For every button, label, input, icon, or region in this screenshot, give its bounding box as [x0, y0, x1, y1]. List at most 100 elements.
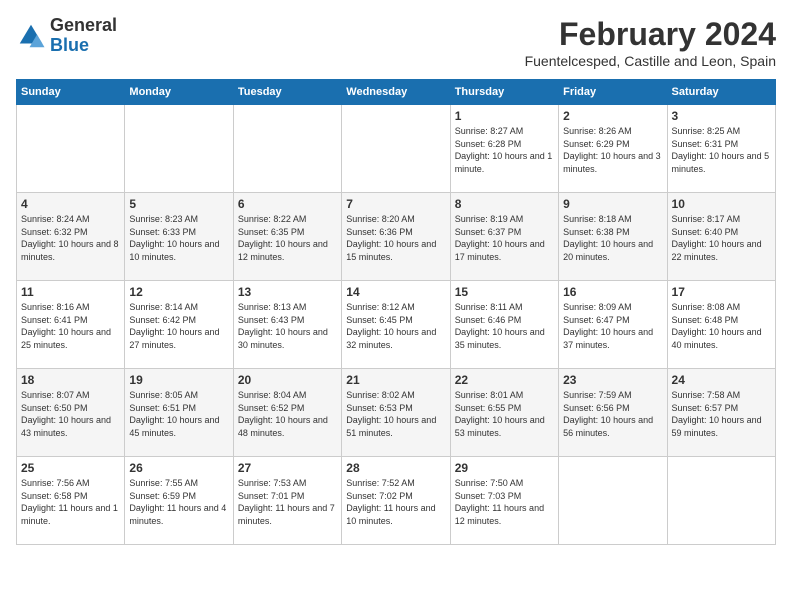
- day-number: 22: [455, 373, 554, 387]
- month-title: February 2024: [525, 16, 776, 53]
- day-number: 6: [238, 197, 337, 211]
- day-number: 3: [672, 109, 771, 123]
- day-number: 17: [672, 285, 771, 299]
- day-info: Sunrise: 8:01 AM Sunset: 6:55 PM Dayligh…: [455, 389, 554, 439]
- table-cell: [125, 105, 233, 193]
- table-cell: 18 Sunrise: 8:07 AM Sunset: 6:50 PM Dayli…: [17, 369, 125, 457]
- day-info: Sunrise: 8:05 AM Sunset: 6:51 PM Dayligh…: [129, 389, 228, 439]
- table-cell: 17 Sunrise: 8:08 AM Sunset: 6:48 PM Dayli…: [667, 281, 775, 369]
- page-header: General Blue February 2024 Fuentelcesped…: [16, 16, 776, 69]
- week-row-3: 11 Sunrise: 8:16 AM Sunset: 6:41 PM Dayli…: [17, 281, 776, 369]
- day-info: Sunrise: 7:53 AM Sunset: 7:01 PM Dayligh…: [238, 477, 337, 527]
- day-number: 29: [455, 461, 554, 475]
- day-info: Sunrise: 8:22 AM Sunset: 6:35 PM Dayligh…: [238, 213, 337, 263]
- table-cell: 7 Sunrise: 8:20 AM Sunset: 6:36 PM Daylig…: [342, 193, 450, 281]
- day-info: Sunrise: 8:16 AM Sunset: 6:41 PM Dayligh…: [21, 301, 120, 351]
- day-number: 7: [346, 197, 445, 211]
- logo: General Blue: [16, 16, 117, 56]
- day-number: 8: [455, 197, 554, 211]
- day-info: Sunrise: 8:23 AM Sunset: 6:33 PM Dayligh…: [129, 213, 228, 263]
- day-number: 12: [129, 285, 228, 299]
- table-cell: 16 Sunrise: 8:09 AM Sunset: 6:47 PM Dayli…: [559, 281, 667, 369]
- day-number: 28: [346, 461, 445, 475]
- table-cell: 19 Sunrise: 8:05 AM Sunset: 6:51 PM Dayli…: [125, 369, 233, 457]
- table-cell: 10 Sunrise: 8:17 AM Sunset: 6:40 PM Dayli…: [667, 193, 775, 281]
- day-number: 2: [563, 109, 662, 123]
- location-title: Fuentelcesped, Castille and Leon, Spain: [525, 53, 776, 69]
- day-info: Sunrise: 7:50 AM Sunset: 7:03 PM Dayligh…: [455, 477, 554, 527]
- day-info: Sunrise: 8:14 AM Sunset: 6:42 PM Dayligh…: [129, 301, 228, 351]
- day-info: Sunrise: 7:56 AM Sunset: 6:58 PM Dayligh…: [21, 477, 120, 527]
- table-cell: 11 Sunrise: 8:16 AM Sunset: 6:41 PM Dayli…: [17, 281, 125, 369]
- day-info: Sunrise: 8:02 AM Sunset: 6:53 PM Dayligh…: [346, 389, 445, 439]
- day-info: Sunrise: 8:25 AM Sunset: 6:31 PM Dayligh…: [672, 125, 771, 175]
- table-cell: 2 Sunrise: 8:26 AM Sunset: 6:29 PM Daylig…: [559, 105, 667, 193]
- day-number: 20: [238, 373, 337, 387]
- table-cell: 21 Sunrise: 8:02 AM Sunset: 6:53 PM Dayli…: [342, 369, 450, 457]
- day-number: 19: [129, 373, 228, 387]
- weekday-header-friday: Friday: [559, 80, 667, 105]
- day-number: 21: [346, 373, 445, 387]
- table-cell: [667, 457, 775, 545]
- day-number: 10: [672, 197, 771, 211]
- week-row-1: 1 Sunrise: 8:27 AM Sunset: 6:28 PM Daylig…: [17, 105, 776, 193]
- table-cell: 25 Sunrise: 7:56 AM Sunset: 6:58 PM Dayli…: [17, 457, 125, 545]
- weekday-header-wednesday: Wednesday: [342, 80, 450, 105]
- day-number: 5: [129, 197, 228, 211]
- day-info: Sunrise: 8:12 AM Sunset: 6:45 PM Dayligh…: [346, 301, 445, 351]
- day-number: 16: [563, 285, 662, 299]
- day-info: Sunrise: 8:26 AM Sunset: 6:29 PM Dayligh…: [563, 125, 662, 175]
- day-number: 23: [563, 373, 662, 387]
- table-cell: [559, 457, 667, 545]
- day-info: Sunrise: 8:09 AM Sunset: 6:47 PM Dayligh…: [563, 301, 662, 351]
- day-info: Sunrise: 8:20 AM Sunset: 6:36 PM Dayligh…: [346, 213, 445, 263]
- logo-blue: Blue: [50, 35, 89, 55]
- day-info: Sunrise: 8:08 AM Sunset: 6:48 PM Dayligh…: [672, 301, 771, 351]
- day-info: Sunrise: 8:24 AM Sunset: 6:32 PM Dayligh…: [21, 213, 120, 263]
- day-info: Sunrise: 7:55 AM Sunset: 6:59 PM Dayligh…: [129, 477, 228, 527]
- day-info: Sunrise: 8:18 AM Sunset: 6:38 PM Dayligh…: [563, 213, 662, 263]
- table-cell: [17, 105, 125, 193]
- table-cell: [233, 105, 341, 193]
- weekday-header-monday: Monday: [125, 80, 233, 105]
- calendar-table: SundayMondayTuesdayWednesdayThursdayFrid…: [16, 79, 776, 545]
- day-number: 25: [21, 461, 120, 475]
- table-cell: 13Sunrise: 8:13 AM Sunset: 6:43 PM Dayli…: [233, 281, 341, 369]
- table-cell: 6 Sunrise: 8:22 AM Sunset: 6:35 PM Daylig…: [233, 193, 341, 281]
- title-block: February 2024 Fuentelcesped, Castille an…: [525, 16, 776, 69]
- weekday-header-saturday: Saturday: [667, 80, 775, 105]
- table-cell: 26Sunrise: 7:55 AM Sunset: 6:59 PM Dayli…: [125, 457, 233, 545]
- logo-icon: [16, 21, 46, 51]
- table-cell: 29 Sunrise: 7:50 AM Sunset: 7:03 PM Dayli…: [450, 457, 558, 545]
- day-number: 15: [455, 285, 554, 299]
- table-cell: 12 Sunrise: 8:14 AM Sunset: 6:42 PM Dayli…: [125, 281, 233, 369]
- weekday-header-row: SundayMondayTuesdayWednesdayThursdayFrid…: [17, 80, 776, 105]
- week-row-4: 18 Sunrise: 8:07 AM Sunset: 6:50 PM Dayli…: [17, 369, 776, 457]
- day-info: Sunrise: 8:07 AM Sunset: 6:50 PM Dayligh…: [21, 389, 120, 439]
- day-number: 9: [563, 197, 662, 211]
- weekday-header-sunday: Sunday: [17, 80, 125, 105]
- table-cell: 22 Sunrise: 8:01 AM Sunset: 6:55 PM Dayli…: [450, 369, 558, 457]
- day-info: Sunrise: 8:04 AM Sunset: 6:52 PM Dayligh…: [238, 389, 337, 439]
- day-info: Sunrise: 8:19 AM Sunset: 6:37 PM Dayligh…: [455, 213, 554, 263]
- table-cell: 4 Sunrise: 8:24 AM Sunset: 6:32 PM Daylig…: [17, 193, 125, 281]
- logo-general: General: [50, 15, 117, 35]
- day-info: Sunrise: 8:27 AM Sunset: 6:28 PM Dayligh…: [455, 125, 554, 175]
- day-number: 14: [346, 285, 445, 299]
- day-number: 13: [238, 285, 337, 299]
- day-number: 11: [21, 285, 120, 299]
- table-cell: [342, 105, 450, 193]
- day-info: Sunrise: 7:52 AM Sunset: 7:02 PM Dayligh…: [346, 477, 445, 527]
- day-number: 4: [21, 197, 120, 211]
- week-row-2: 4 Sunrise: 8:24 AM Sunset: 6:32 PM Daylig…: [17, 193, 776, 281]
- table-cell: 15 Sunrise: 8:11 AM Sunset: 6:46 PM Dayli…: [450, 281, 558, 369]
- table-cell: 14 Sunrise: 8:12 AM Sunset: 6:45 PM Dayli…: [342, 281, 450, 369]
- day-number: 18: [21, 373, 120, 387]
- day-info: Sunrise: 7:59 AM Sunset: 6:56 PM Dayligh…: [563, 389, 662, 439]
- day-info: Sunrise: 8:17 AM Sunset: 6:40 PM Dayligh…: [672, 213, 771, 263]
- weekday-header-tuesday: Tuesday: [233, 80, 341, 105]
- table-cell: 24Sunrise: 7:58 AM Sunset: 6:57 PM Dayli…: [667, 369, 775, 457]
- table-cell: 23 Sunrise: 7:59 AM Sunset: 6:56 PM Dayli…: [559, 369, 667, 457]
- day-number: 1: [455, 109, 554, 123]
- day-info: Sunrise: 8:11 AM Sunset: 6:46 PM Dayligh…: [455, 301, 554, 351]
